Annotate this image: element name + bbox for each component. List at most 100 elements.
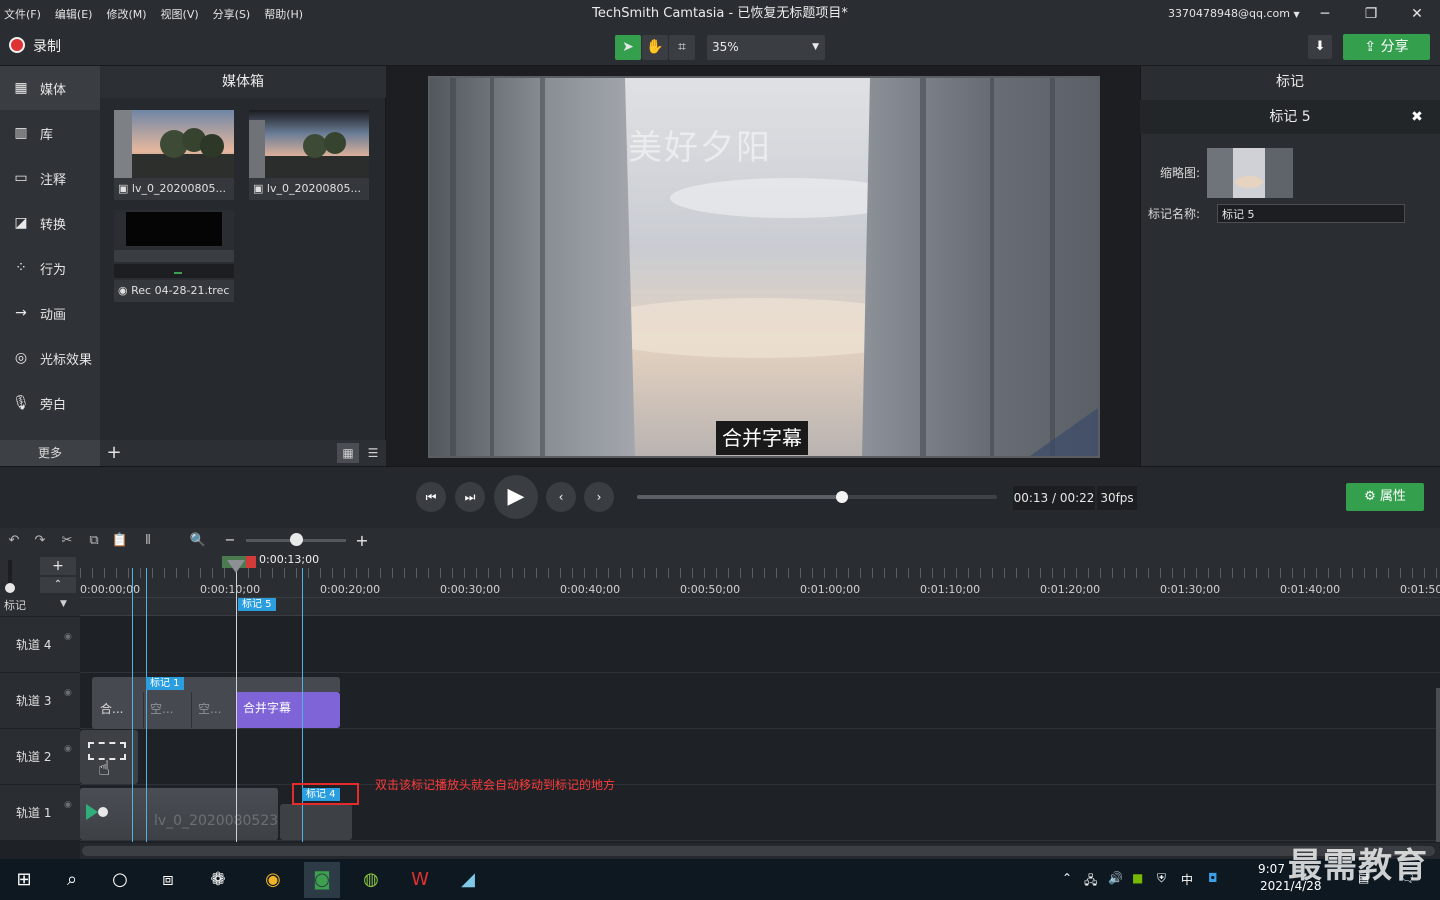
clip-annotation[interactable]: 合...: [94, 692, 132, 728]
timeline-toolbar: [0, 528, 1440, 554]
crop-tool-icon[interactable]: ⌗: [669, 35, 695, 60]
copy-icon[interactable]: ⧉: [84, 531, 104, 551]
cortana-icon[interactable]: ○: [104, 864, 136, 896]
canvas-overlay-text[interactable]: 美好夕阳: [628, 120, 772, 169]
undo-icon[interactable]: ↶: [4, 531, 24, 551]
app-icon[interactable]: ❁: [202, 864, 234, 896]
menu-help[interactable]: 帮助(H): [264, 6, 303, 22]
chrome-icon[interactable]: ◉: [257, 864, 289, 896]
restore-button[interactable]: ❐: [1348, 0, 1394, 28]
close-button[interactable]: ✕: [1394, 0, 1440, 28]
nvidia-icon[interactable]: ■: [1132, 871, 1143, 885]
account-menu[interactable]: 3370478948@qq.com ▼: [1168, 0, 1300, 28]
close-icon[interactable]: ✖: [1408, 108, 1426, 126]
sidebar-item-media[interactable]: ▦ 媒体: [0, 66, 100, 110]
sidebar-item-animations[interactable]: → 动画: [0, 291, 100, 335]
timeline-scroll-thumb[interactable]: [82, 846, 1435, 856]
sidebar-item-behaviors[interactable]: ⁘ 行为: [0, 246, 100, 290]
timeline-vertical-scrollbar[interactable]: [1436, 688, 1440, 842]
eye-icon[interactable]: ◉: [64, 688, 72, 698]
timeline-zoom-handle[interactable]: [290, 533, 303, 546]
zoom-select[interactable]: 35% ▼: [707, 35, 825, 60]
track-height-handle[interactable]: [5, 583, 15, 593]
camtasia-icon[interactable]: ◙: [306, 864, 338, 896]
chevron-up-icon[interactable]: ⌃: [1062, 871, 1072, 885]
clip-caption[interactable]: 合并字幕: [236, 692, 340, 728]
zoom-search-icon[interactable]: 🔍: [188, 531, 208, 551]
share-button[interactable]: ⇪ 分享: [1343, 34, 1430, 60]
menu-modify[interactable]: 修改(M): [106, 6, 146, 22]
media-item[interactable]: ◉ Rec 04-28-21.trec: [114, 210, 234, 302]
play-icon[interactable]: ▶: [494, 475, 538, 519]
ime-indicator[interactable]: 中: [1181, 871, 1193, 888]
step-back-icon[interactable]: ⏮: [416, 482, 446, 512]
add-track-icon[interactable]: +: [40, 557, 76, 575]
notes-icon[interactable]: ◢: [452, 864, 484, 896]
clip-cursor-effect[interactable]: ☝: [80, 730, 138, 784]
sidebar-more-button[interactable]: 更多: [0, 440, 100, 466]
clip-empty[interactable]: 空...: [143, 692, 187, 728]
collapse-icon[interactable]: ⌃: [40, 577, 76, 593]
sidebar-item-transitions[interactable]: ◪ 转换: [0, 201, 100, 245]
next-icon[interactable]: ›: [584, 482, 614, 512]
properties-button[interactable]: ⚙ 属性: [1346, 483, 1424, 511]
clip-handle[interactable]: [98, 807, 108, 817]
clip-video[interactable]: [280, 804, 352, 840]
canvas-caption[interactable]: 合并字幕: [716, 421, 808, 455]
app-icon[interactable]: ◍: [355, 864, 387, 896]
qq-icon[interactable]: ◘: [1208, 871, 1218, 885]
list-view-icon[interactable]: ☰: [362, 443, 384, 463]
marker-name-input[interactable]: [1217, 204, 1405, 223]
shield-icon[interactable]: ⛨: [1157, 871, 1166, 886]
track-label[interactable]: 轨道 3: [0, 673, 80, 729]
menu-edit[interactable]: 编辑(E): [55, 6, 93, 22]
step-forward-icon[interactable]: ⏭: [455, 482, 485, 512]
marker-5[interactable]: 标记 5: [238, 598, 276, 611]
menu-view[interactable]: 视图(V): [161, 6, 199, 22]
menu-share[interactable]: 分享(S): [213, 6, 251, 22]
video-canvas[interactable]: 美好夕阳: [428, 76, 1100, 458]
sidebar-item-cursor-effects[interactable]: ◎ 光标效果: [0, 336, 100, 380]
sidebar-item-annotations[interactable]: ▭ 注释: [0, 156, 100, 200]
playhead-handle[interactable]: [227, 560, 245, 573]
track-label[interactable]: 轨道 4: [0, 617, 80, 673]
paste-icon[interactable]: 📋: [110, 531, 130, 551]
playhead-out[interactable]: [246, 556, 256, 568]
grid-view-icon[interactable]: ▦: [337, 443, 359, 463]
chevron-down-icon[interactable]: ▼: [60, 599, 67, 609]
download-icon[interactable]: ⬇: [1308, 35, 1332, 59]
media-item[interactable]: ▣ lv_0_20200805...: [114, 110, 234, 200]
windows-start-icon[interactable]: ⊞: [8, 864, 40, 896]
record-button[interactable]: 录制: [33, 36, 61, 56]
eye-icon[interactable]: ◉: [64, 800, 72, 810]
cut-icon[interactable]: ✂: [57, 531, 77, 551]
clip-video[interactable]: lv_0_20200805237: [80, 788, 278, 840]
scrub-bar[interactable]: [637, 495, 997, 499]
search-icon[interactable]: ⌕: [56, 864, 88, 896]
marker-1[interactable]: 标记 1: [146, 677, 184, 690]
previous-icon[interactable]: ‹: [546, 482, 576, 512]
wps-icon[interactable]: W: [404, 864, 436, 896]
sidebar-item-voice-narration[interactable]: 🎙 旁白: [0, 381, 100, 425]
eye-icon[interactable]: ◉: [64, 632, 72, 642]
sidebar-item-library[interactable]: ▥ 库: [0, 111, 100, 155]
clip-empty[interactable]: 空...: [191, 692, 235, 728]
track-label[interactable]: 轨道 2: [0, 729, 80, 785]
track-label[interactable]: 轨道 1: [0, 785, 80, 841]
select-tool-icon[interactable]: ➤: [615, 35, 641, 60]
pan-tool-icon[interactable]: ✋: [642, 35, 668, 60]
zoom-out-icon[interactable]: −: [220, 531, 240, 551]
task-view-icon[interactable]: ⧈: [152, 864, 184, 896]
add-icon[interactable]: +: [104, 440, 124, 466]
eye-icon[interactable]: ◉: [64, 744, 72, 754]
network-icon[interactable]: 🖧: [1084, 871, 1097, 892]
redo-icon[interactable]: ↷: [30, 531, 50, 551]
clock-time[interactable]: 9:07: [1258, 862, 1285, 876]
minimize-button[interactable]: ─: [1302, 0, 1348, 28]
record-icon[interactable]: [9, 37, 25, 53]
media-item[interactable]: ▣ lv_0_20200805...: [249, 110, 369, 200]
split-icon[interactable]: ⫴: [138, 531, 158, 551]
menu-file[interactable]: 文件(F): [4, 6, 41, 22]
volume-icon[interactable]: 🔊: [1108, 871, 1123, 885]
zoom-in-icon[interactable]: +: [352, 531, 372, 551]
